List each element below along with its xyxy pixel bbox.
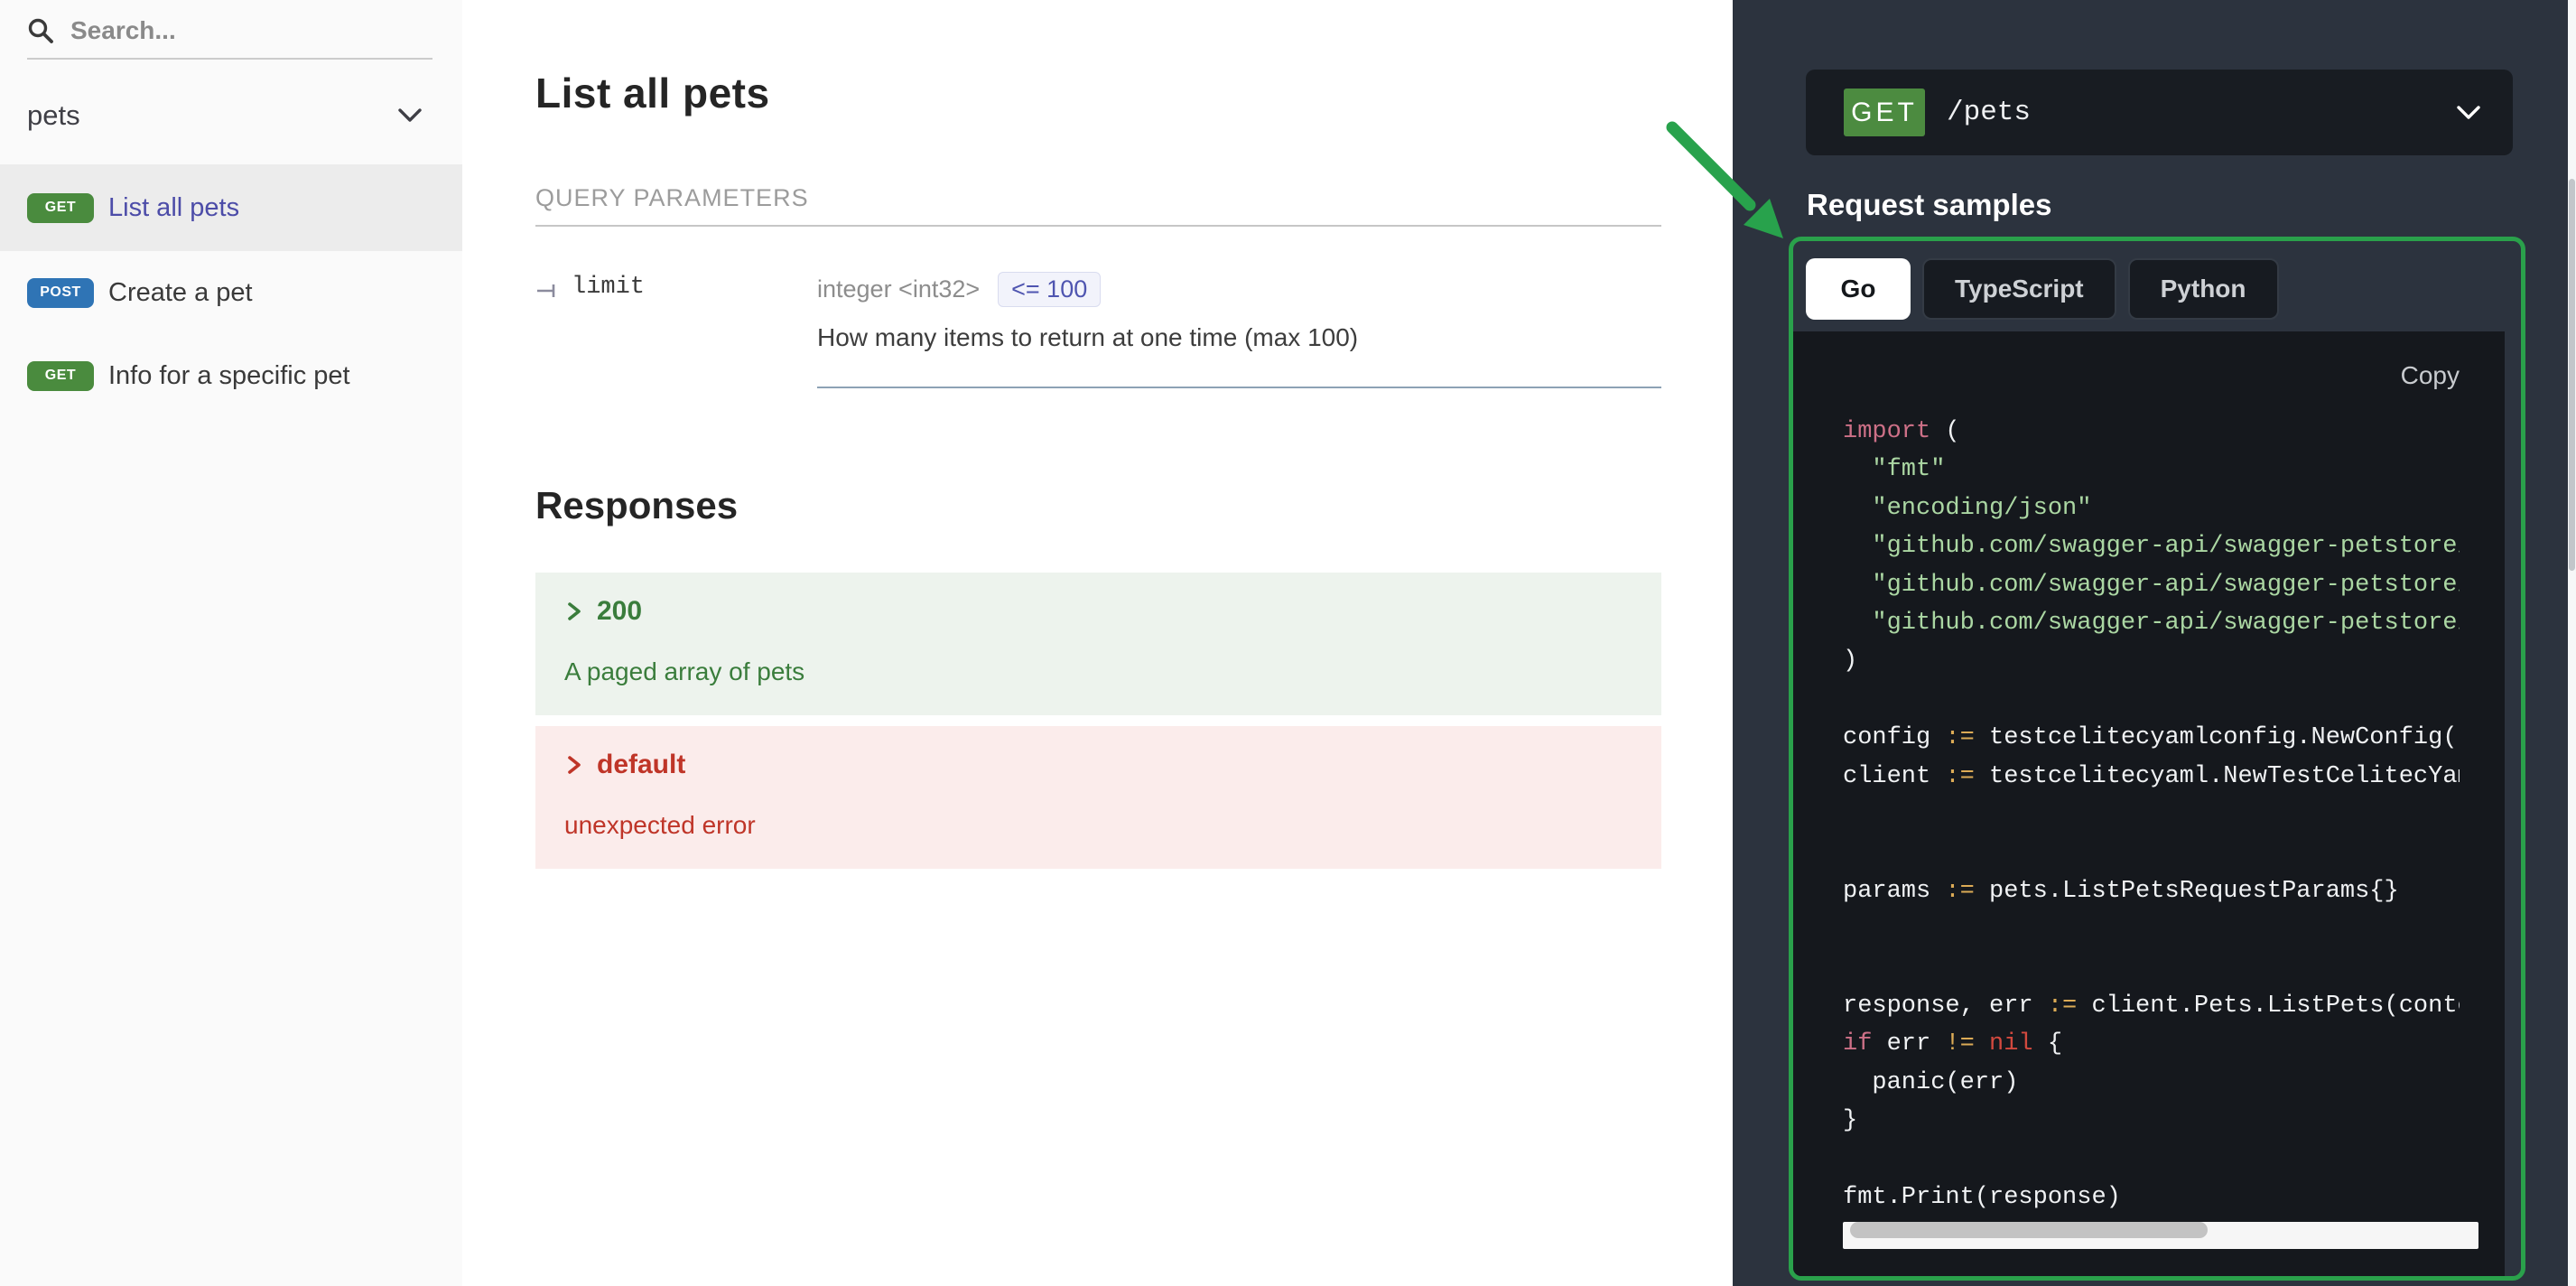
- chevron-down-icon: [397, 107, 423, 124]
- sidebar-item-create-a-pet[interactable]: POST Create a pet: [0, 251, 462, 334]
- response-code: 200: [597, 596, 642, 627]
- request-panel: GET /pets Request samples Go TypeScript …: [1733, 0, 2576, 1286]
- copy-button[interactable]: Copy: [1843, 362, 2460, 389]
- param-type: integer <int32>: [817, 275, 980, 303]
- code-horizontal-scrollbar[interactable]: [1843, 1222, 2478, 1249]
- method-badge-get: GET: [27, 193, 94, 223]
- request-samples-title: Request samples: [1807, 188, 2576, 222]
- sidebar-item-list-all-pets[interactable]: GET List all pets: [0, 164, 462, 251]
- param-constraint-badge: <= 100: [998, 272, 1101, 307]
- response-description: A paged array of pets: [564, 657, 1632, 692]
- param-row-limit: limit integer <int32> <= 100 How many it…: [535, 272, 1661, 388]
- sidebar-item-label: Create a pet: [108, 278, 253, 308]
- search-underline: [27, 58, 432, 60]
- chevron-right-icon: [564, 601, 584, 622]
- main-content: List all pets QUERY PARAMETERS limit int…: [462, 0, 1733, 1286]
- tab-python[interactable]: Python: [2128, 258, 2279, 320]
- response-200-block: 200 A paged array of pets: [535, 573, 1661, 715]
- sidebar-item-label: List all pets: [108, 193, 239, 223]
- sidebar-item-info-for-a-specific-pet[interactable]: GET Info for a specific pet: [0, 334, 462, 417]
- code-sample-block: Copy import ( "fmt" "encoding/json" "git…: [1793, 331, 2505, 1279]
- code-scrollbar-thumb[interactable]: [1850, 1222, 2208, 1238]
- search-row: [0, 0, 462, 45]
- param-description: How many items to return at one time (ma…: [817, 323, 1661, 352]
- api-docs-page: pets GET List all pets POST Create a pet…: [0, 0, 2576, 1286]
- group-label: pets: [27, 99, 80, 132]
- section-divider: [535, 225, 1661, 227]
- sidebar-nav: GET List all pets POST Create a pet GET …: [0, 164, 462, 417]
- query-parameters-label: QUERY PARAMETERS: [535, 184, 1669, 212]
- endpoint-method-badge: GET: [1844, 89, 1925, 136]
- response-default-toggle[interactable]: default: [564, 750, 1632, 780]
- request-samples-highlight: Go TypeScript Python Copy import ( "fmt"…: [1789, 237, 2525, 1281]
- param-divider: [817, 387, 1661, 388]
- response-code: default: [597, 750, 685, 780]
- code-lines: import ( "fmt" "encoding/json" "github.c…: [1843, 413, 2460, 1216]
- method-badge-get: GET: [27, 361, 94, 391]
- param-right: integer <int32> <= 100 How many items to…: [817, 272, 1661, 388]
- tab-go[interactable]: Go: [1806, 258, 1911, 320]
- param-left: limit: [535, 272, 817, 388]
- chevron-down-icon: [2455, 104, 2482, 122]
- search-icon: [27, 17, 54, 44]
- method-badge-post: POST: [27, 278, 94, 308]
- sidebar: pets GET List all pets POST Create a pet…: [0, 0, 462, 1286]
- chevron-right-icon: [564, 754, 584, 776]
- tab-typescript[interactable]: TypeScript: [1922, 258, 2116, 320]
- sidebar-item-label: Info for a specific pet: [108, 361, 350, 391]
- param-name: limit: [572, 274, 645, 301]
- page-title: List all pets: [535, 69, 1669, 117]
- page-scrollbar-thumb[interactable]: [2569, 179, 2575, 571]
- endpoint-selector[interactable]: GET /pets: [1806, 70, 2513, 155]
- response-default-block: default unexpected error: [535, 726, 1661, 869]
- responses-title: Responses: [535, 484, 1669, 527]
- query-param-icon: [535, 274, 559, 301]
- response-200-toggle[interactable]: 200: [564, 596, 1632, 627]
- endpoint-path: /pets: [1947, 97, 2031, 128]
- language-tabs: Go TypeScript Python: [1806, 258, 2521, 320]
- search-input[interactable]: [70, 16, 395, 45]
- page-vertical-scrollbar[interactable]: [2568, 0, 2576, 1286]
- response-description: unexpected error: [564, 811, 1632, 845]
- sidebar-group-pets[interactable]: pets: [0, 90, 462, 141]
